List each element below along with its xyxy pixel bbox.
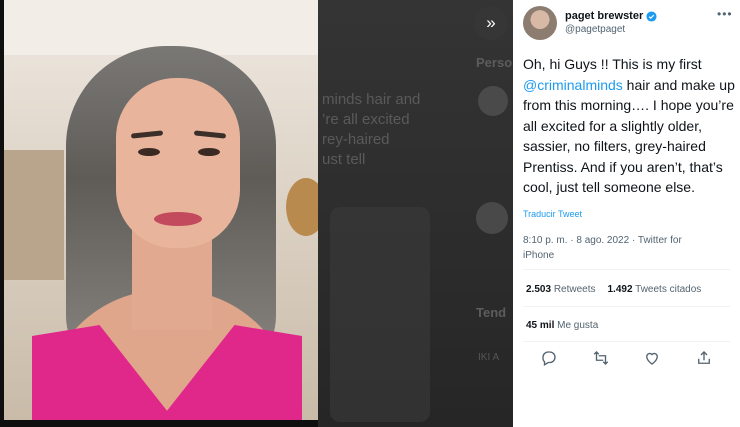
dimmed-trend-name: IKI A — [478, 352, 500, 363]
divider — [523, 341, 730, 342]
double-chevron-right-icon[interactable]: » — [474, 6, 508, 40]
retweets-label: Retweets — [553, 284, 596, 295]
dimmed-text-line: minds hair and — [322, 91, 421, 108]
author-name[interactable]: paget brewster — [565, 10, 643, 22]
likes-count: 45 mil — [526, 320, 555, 331]
dimmed-avatar-2 — [476, 202, 508, 234]
dimmed-card — [330, 207, 430, 422]
author-name-row: paget brewster — [565, 10, 657, 22]
quotes-stat[interactable]: 1.492 Tweets citados — [608, 284, 702, 295]
dimmed-section-label-trends: Tend — [476, 305, 507, 320]
dimmed-text-line: ’re all excited — [322, 111, 410, 128]
quotes-count: 1.492 — [607, 284, 633, 295]
dimmed-text-line: ust tell — [322, 151, 366, 168]
dimmed-section-label-people: Perso — [476, 55, 513, 70]
heart-icon[interactable] — [643, 349, 661, 367]
photo-shelf — [4, 150, 64, 280]
quotes-label: Tweets citados — [635, 284, 702, 295]
retweets-count: 2.503 — [526, 284, 552, 295]
tweet-detail-panel: paget brewster @pagetpaget ••• Oh, hi Gu… — [513, 0, 740, 427]
author-handle[interactable]: @pagetpaget — [565, 24, 625, 35]
dimmed-avatar — [478, 86, 508, 116]
tweet-timestamp[interactable]: 8:10 p. m. · 8 ago. 2022 · Twitter for i… — [523, 233, 703, 263]
verified-badge-icon — [646, 10, 657, 22]
divider — [523, 269, 730, 270]
retweet-icon[interactable] — [592, 349, 610, 367]
dimmed-text-line: rey-haired — [322, 131, 390, 148]
retweets-stat[interactable]: 2.503 Retweets — [526, 284, 596, 295]
likes-label: Me gusta — [557, 320, 599, 331]
tweet-text-rest: hair and make up from this morning…. I h… — [523, 76, 735, 196]
photo-eye — [198, 148, 220, 156]
more-horizontal-icon[interactable]: ••• — [717, 7, 733, 21]
reply-icon[interactable] — [540, 349, 558, 367]
tweet-actions — [523, 349, 730, 367]
divider — [523, 306, 730, 307]
tweet-photo[interactable] — [4, 0, 318, 420]
translate-link[interactable]: Traducir Tweet — [523, 209, 582, 219]
mention-link[interactable]: @criminalminds — [523, 77, 623, 93]
share-icon[interactable] — [695, 349, 713, 367]
media-viewer: Perso minds hair and ’re all excited rey… — [0, 0, 513, 427]
tweet-text: Oh, hi Guys !! This is my first @crimina… — [523, 54, 738, 198]
photo-wall-decor — [286, 178, 318, 236]
avatar[interactable] — [523, 6, 557, 40]
photo-lips — [154, 212, 202, 226]
likes-stat[interactable]: 45 mil Me gusta — [526, 320, 598, 331]
photo-eye — [138, 148, 160, 156]
tweet-text-start: Oh, hi Guys !! This is my first — [523, 56, 702, 72]
tweet-stats: 2.503 Retweets 1.492 Tweets citados — [526, 284, 713, 295]
